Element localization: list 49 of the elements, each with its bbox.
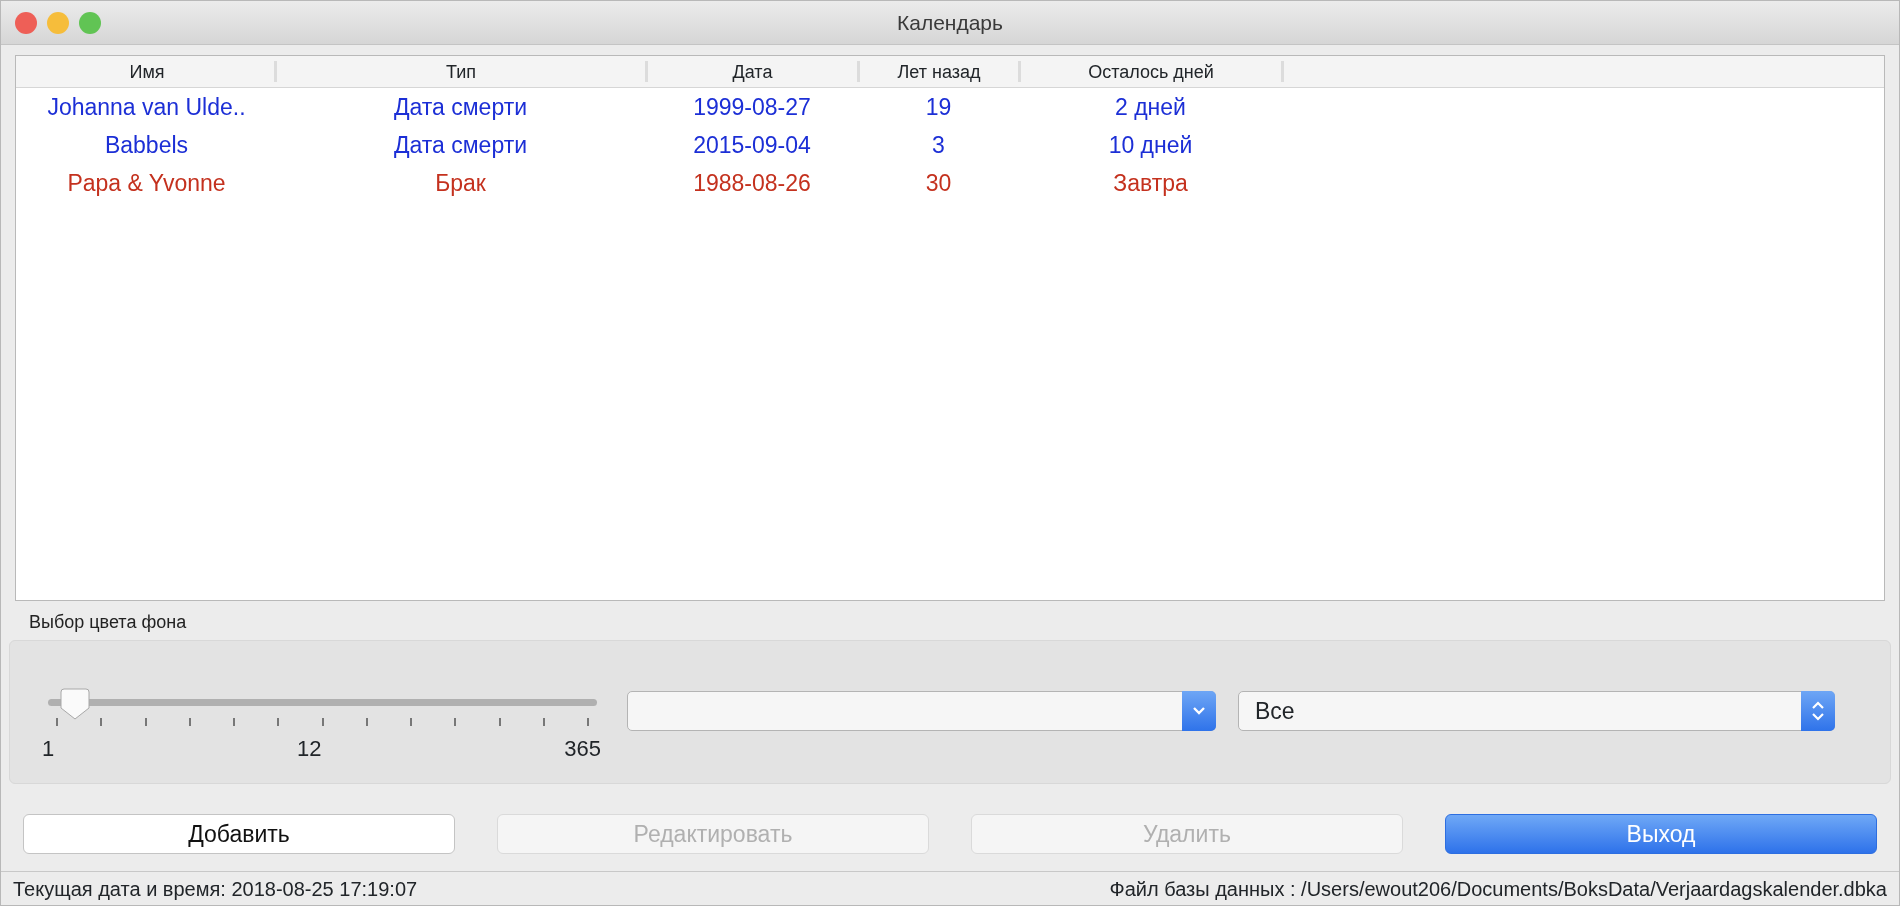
table-cell-text: 19 xyxy=(924,92,953,122)
tick-mark xyxy=(56,718,58,726)
tick-mark xyxy=(498,718,501,726)
table-cell-text: 10 дней xyxy=(1107,130,1194,160)
column-header[interactable]: Лет назад xyxy=(860,61,1021,82)
column-header[interactable]: Осталось дней xyxy=(1021,61,1284,82)
tick-mark xyxy=(454,718,457,726)
action-button[interactable]: Добавить xyxy=(23,814,455,854)
stepper-select[interactable]: Все xyxy=(1238,691,1835,731)
table-cell-text: 1999-08-27 xyxy=(692,92,812,122)
column-header[interactable]: Дата xyxy=(648,61,860,82)
status-text: Файл базы данных : /Users/ewout206/Documents/BoksData/Verjaardagskalender.dbka xyxy=(1109,876,1887,902)
tick-label: 365 xyxy=(564,735,601,763)
table-cell-text: Babbels xyxy=(103,130,190,160)
table-cell-text: Брак xyxy=(434,168,487,198)
table-cell-text: Дата смерти xyxy=(392,130,529,160)
window-title: Календарь xyxy=(897,9,1003,36)
table-cell-text: 1988-08-26 xyxy=(692,168,812,198)
tick-label: 1 xyxy=(42,735,55,763)
tick-mark xyxy=(365,718,368,726)
up-down-chevron-icon xyxy=(1811,699,1825,723)
zoom-button[interactable] xyxy=(79,12,101,34)
status-text: Текущая дата и время: 2018-08-25 17:19:07 xyxy=(13,876,418,902)
tick-mark xyxy=(144,718,147,726)
tick-label: 12 xyxy=(297,735,322,763)
close-button[interactable] xyxy=(15,12,37,34)
tick-mark xyxy=(587,718,589,726)
chevron-down-icon xyxy=(1192,706,1206,716)
table-cell-text: 3 xyxy=(931,130,946,160)
tick-mark xyxy=(188,718,191,726)
table-cell-text: Johanna van Ulde.. xyxy=(46,92,247,122)
tick-mark xyxy=(542,718,545,726)
table-cell-text: 2 дней xyxy=(1114,92,1187,122)
tick-mark xyxy=(277,718,280,726)
tick-mark xyxy=(100,718,103,726)
table-cell-text: 2015-09-04 xyxy=(692,130,812,160)
tick-mark xyxy=(410,718,412,726)
dropdown-select[interactable] xyxy=(627,691,1216,731)
section-label: Выбор цвета фона xyxy=(29,611,188,634)
column-header[interactable]: Тип xyxy=(277,61,648,82)
tick-mark xyxy=(321,718,324,726)
column-header[interactable]: Имя xyxy=(20,61,277,82)
tick-mark xyxy=(233,718,235,726)
table-cell-text: 30 xyxy=(924,168,953,198)
table-cell-text: Завтра xyxy=(1112,168,1189,198)
table-cell-text: Papa & Yvonne xyxy=(66,168,227,198)
table-cell-text: Дата смерти xyxy=(392,92,529,122)
slider-thumb[interactable] xyxy=(60,688,91,720)
minimize-button[interactable] xyxy=(47,12,69,34)
